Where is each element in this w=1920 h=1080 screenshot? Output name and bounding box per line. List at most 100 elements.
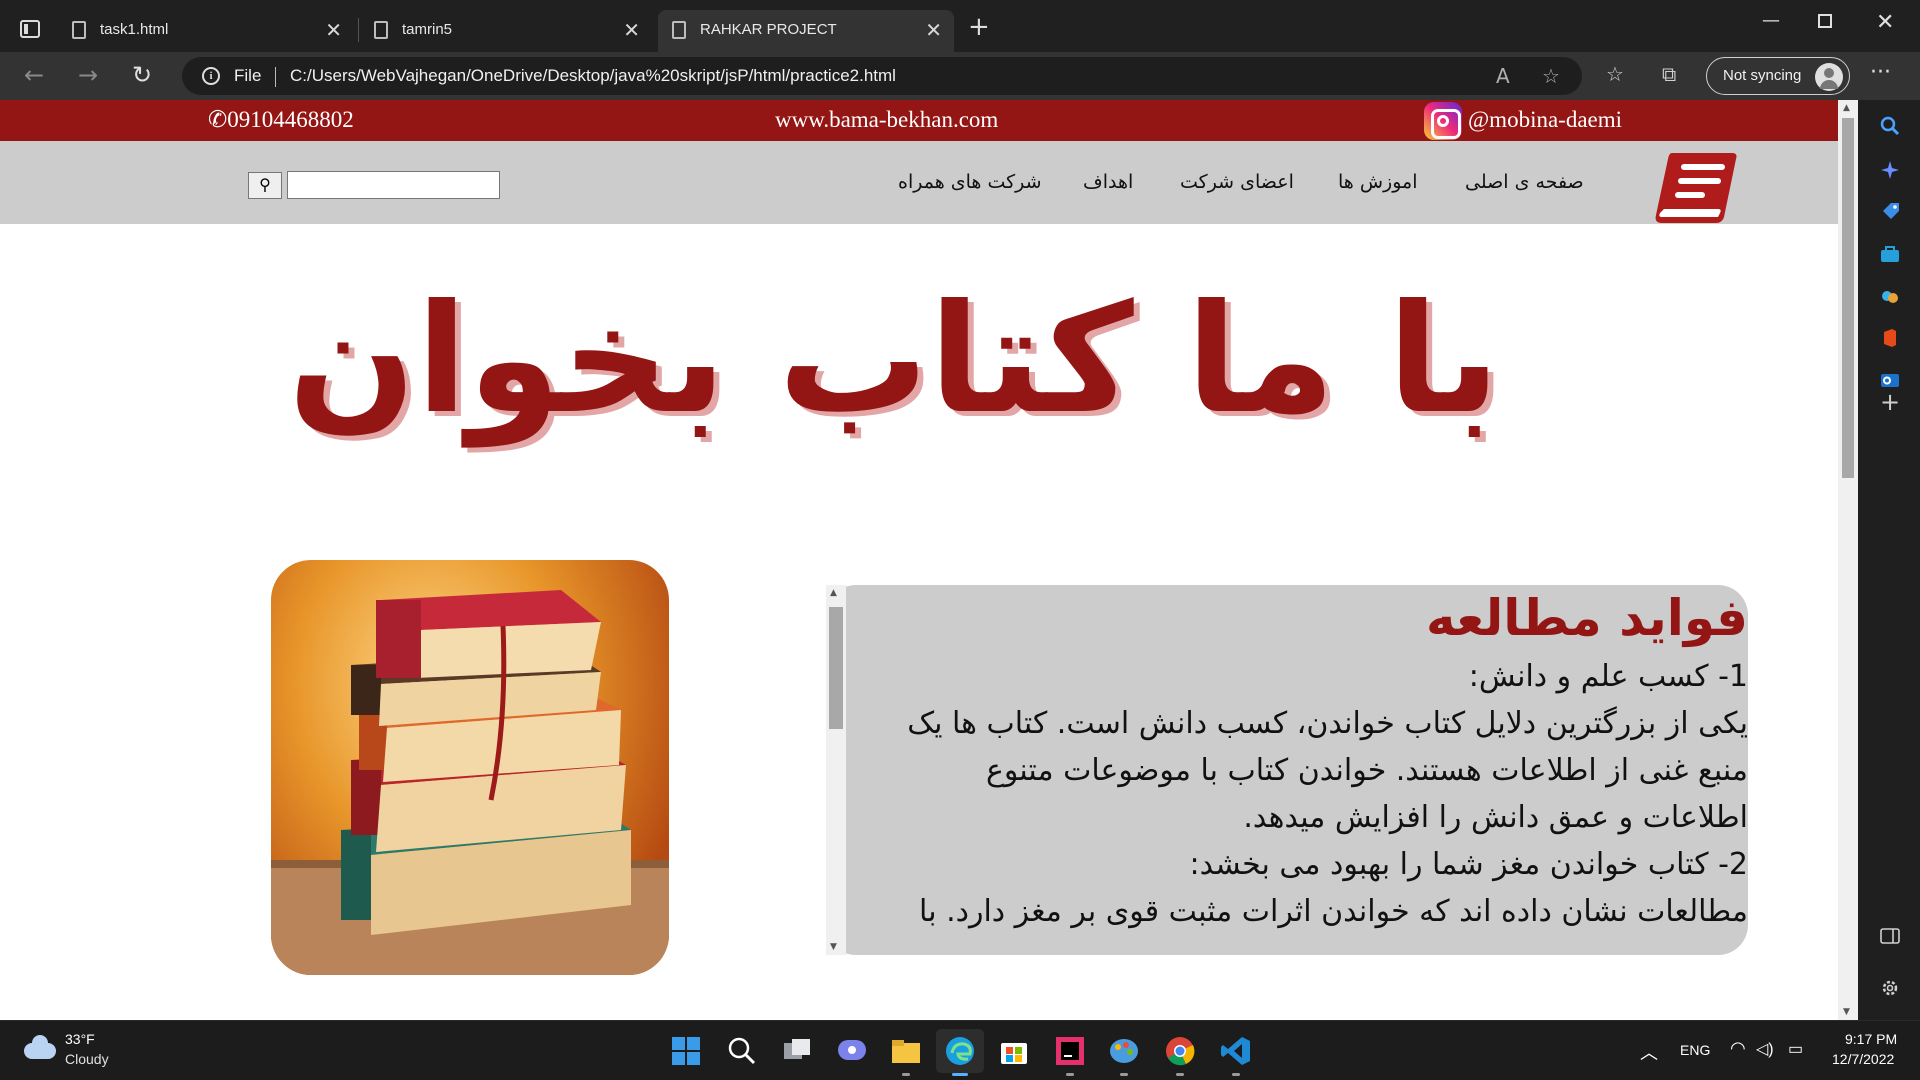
panel-content: فواید مطالعه 1- کسب علم و دانش: یکی از ب… xyxy=(848,585,1748,935)
search-input[interactable] xyxy=(287,171,500,199)
tab-rahkar-project[interactable]: RAHKAR PROJECT ✕ xyxy=(658,10,954,52)
games-icon[interactable] xyxy=(1880,286,1900,306)
language-indicator[interactable]: ENG xyxy=(1680,1042,1710,1058)
running-indicator xyxy=(1232,1073,1240,1076)
show-hidden-icons-icon[interactable]: ︿ xyxy=(1640,1039,1658,1065)
browser-toolbar: ← → ↻ i File C:/Users/WebVajhegan/OneDri… xyxy=(0,52,1920,100)
panel-scroll-thumb[interactable] xyxy=(829,607,843,729)
search-icon[interactable] xyxy=(1880,116,1900,136)
profile-button[interactable]: Not syncing xyxy=(1706,57,1850,95)
tab-title: RAHKAR PROJECT xyxy=(700,21,837,38)
running-indicator xyxy=(1066,1073,1074,1076)
wifi-icon[interactable]: ◠ xyxy=(1730,1038,1746,1059)
phone-text: 09104468802 xyxy=(227,107,354,132)
tools-icon[interactable] xyxy=(1880,244,1900,264)
clock-time[interactable]: 9:17 PM xyxy=(1845,1031,1897,1047)
menu-item-home[interactable]: صفحه ی اصلی xyxy=(1465,171,1584,193)
refresh-button[interactable]: ↻ xyxy=(132,61,152,89)
edge-icon[interactable] xyxy=(944,1035,976,1067)
scroll-down-icon[interactable]: ▼ xyxy=(1843,1007,1850,1017)
document-icon xyxy=(672,21,686,39)
task-view-icon[interactable] xyxy=(782,1035,814,1067)
tab-task1[interactable]: task1.html ✕ xyxy=(58,10,354,52)
tab-tamrin5[interactable]: tamrin5 ✕ xyxy=(360,10,652,52)
books-illustration xyxy=(271,590,669,975)
address-scheme: File xyxy=(234,66,262,85)
add-sidebar-app-icon[interactable]: + xyxy=(1880,388,1900,416)
instagram-handle: @mobina-daemi xyxy=(1468,107,1623,132)
chrome-icon[interactable] xyxy=(1164,1035,1196,1067)
read-aloud-icon[interactable]: A xyxy=(1496,64,1510,88)
volume-icon[interactable]: ◁) xyxy=(1756,1039,1774,1059)
nav-menu: صفحه ی اصلی اموزش ها اعضای شرکت اهداف شر… xyxy=(0,141,1838,224)
taskbar: 33°F Cloudy ︿ ENG ◠ ◁) ▭ 9:17 PM 12/7/20… xyxy=(0,1020,1920,1080)
window-close-button[interactable]: ✕ xyxy=(1876,10,1894,35)
search-button[interactable]: ⚲ xyxy=(248,172,282,199)
phone-icon: ✆ xyxy=(208,107,228,132)
menu-item-tutorials[interactable]: اموزش ها xyxy=(1338,171,1418,193)
info-icon[interactable]: i xyxy=(202,67,220,85)
settings-icon[interactable] xyxy=(1880,978,1900,998)
running-indicator xyxy=(1120,1073,1128,1076)
address-bar[interactable]: i File C:/Users/WebVajhegan/OneDrive/Des… xyxy=(182,57,1582,95)
hero-title: با ما کتاب بخوان xyxy=(288,273,1500,447)
battery-icon[interactable]: ▭ xyxy=(1788,1039,1803,1059)
collections-icon[interactable]: ⧉ xyxy=(1662,62,1676,86)
shopping-icon[interactable] xyxy=(1880,202,1900,222)
forward-button[interactable]: → xyxy=(78,61,98,89)
menu-item-goals[interactable]: اهداف xyxy=(1083,171,1133,193)
website-text: www.bama-bekhan.com xyxy=(775,107,999,132)
page-scroll-thumb[interactable] xyxy=(1842,118,1854,478)
new-tab-button[interactable]: + xyxy=(968,12,990,42)
panel-line: اطلاعات و عمق دانش را افزایش میدهد. xyxy=(1243,800,1748,835)
panel-line: یکی از بزرگترین دلایل کتاب خواندن، کسب د… xyxy=(907,706,1748,741)
scroll-down-icon[interactable]: ▼ xyxy=(830,942,837,952)
menu-item-partners[interactable]: شرکت های همراه xyxy=(898,171,1042,193)
copilot-icon[interactable] xyxy=(1880,160,1900,180)
panel-line: 1- کسب علم و دانش: xyxy=(1468,659,1748,694)
clock-date[interactable]: 12/7/2022 xyxy=(1832,1051,1894,1067)
intellij-icon[interactable] xyxy=(1054,1035,1086,1067)
close-icon[interactable]: ✕ xyxy=(325,18,342,43)
chat-icon[interactable] xyxy=(836,1035,868,1067)
favorites-icon[interactable]: ☆ xyxy=(1606,62,1624,86)
hide-sidebar-icon[interactable] xyxy=(1880,926,1900,946)
close-icon[interactable]: ✕ xyxy=(623,18,640,43)
outlook-icon[interactable] xyxy=(1880,370,1900,390)
store-icon[interactable] xyxy=(998,1035,1030,1067)
tab-title: tamrin5 xyxy=(402,21,453,38)
panel-line: مطالعات نشان داده اند که خواندن اثرات مث… xyxy=(919,894,1748,929)
minimize-button[interactable]: — xyxy=(1762,10,1780,31)
menu-item-members[interactable]: اعضای شرکت xyxy=(1180,171,1294,193)
web-page: ✆09104468802 www.bama-bekhan.com @mobina… xyxy=(0,100,1838,1020)
scroll-up-icon[interactable]: ▲ xyxy=(1843,103,1850,113)
vscode-icon[interactable] xyxy=(1220,1035,1252,1067)
weather-desc: Cloudy xyxy=(65,1051,109,1067)
close-icon[interactable]: ✕ xyxy=(925,18,942,43)
file-explorer-icon[interactable] xyxy=(890,1035,922,1067)
panel-title: فواید مطالعه xyxy=(1425,589,1748,647)
document-icon xyxy=(72,21,86,39)
address-divider xyxy=(275,67,276,87)
search-icon: ⚲ xyxy=(259,175,271,194)
benefits-panel[interactable]: فواید مطالعه 1- کسب علم و دانش: یکی از ب… xyxy=(826,585,1748,955)
tab-actions-icon[interactable] xyxy=(20,20,40,38)
profile-label: Not syncing xyxy=(1723,67,1802,84)
maximize-button[interactable] xyxy=(1818,14,1832,28)
panel-scrollbar[interactable]: ▲ ▼ xyxy=(826,585,846,955)
active-indicator xyxy=(952,1073,968,1076)
more-options-icon[interactable]: ··· xyxy=(1870,60,1891,85)
scroll-up-icon[interactable]: ▲ xyxy=(830,588,837,598)
contact-bar: ✆09104468802 www.bama-bekhan.com @mobina… xyxy=(0,100,1838,141)
address-url[interactable]: C:/Users/WebVajhegan/OneDrive/Desktop/ja… xyxy=(290,66,896,86)
tab-title: task1.html xyxy=(100,21,169,38)
add-favorite-icon[interactable]: ☆ xyxy=(1542,64,1560,88)
office-icon[interactable] xyxy=(1880,328,1900,348)
avatar xyxy=(1815,63,1843,91)
start-icon[interactable] xyxy=(670,1035,702,1067)
books-image xyxy=(271,560,669,975)
taskbar-search-icon[interactable] xyxy=(726,1035,758,1067)
page-scrollbar[interactable]: ▲ ▼ xyxy=(1838,100,1858,1020)
back-button[interactable]: ← xyxy=(24,61,44,89)
paint-icon[interactable] xyxy=(1108,1035,1140,1067)
